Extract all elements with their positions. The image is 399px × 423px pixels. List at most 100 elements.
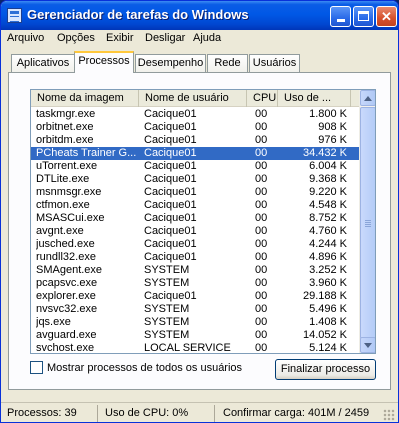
menu-arquivo[interactable]: Arquivo <box>7 32 44 44</box>
menu-ajuda[interactable]: Ajuda <box>193 32 221 44</box>
column-cpu[interactable]: CPU <box>247 90 278 107</box>
process-user: Cacique01 <box>144 160 197 172</box>
process-cpu: 00 <box>255 134 268 146</box>
process-memory: 6.004 K <box>309 160 347 172</box>
process-cpu: 00 <box>255 160 268 172</box>
process-row[interactable]: DTLite.exe Cacique01 00 9.368 K <box>31 173 359 186</box>
show-all-processes-label[interactable]: Mostrar processos de todos os usuários <box>47 362 242 374</box>
title-bar[interactable]: Gerenciador de tarefas do Windows ✕ <box>1 1 398 30</box>
process-row[interactable]: pcapsvc.exe SYSTEM 00 3.960 K <box>31 277 359 290</box>
process-user: Cacique01 <box>144 121 197 133</box>
tab-usuarios[interactable]: Usuários <box>249 54 300 73</box>
resize-grip-icon[interactable] <box>383 409 395 421</box>
status-cpu-usage: Uso de CPU: 0% <box>105 407 189 419</box>
process-memory: 5.496 K <box>309 303 347 315</box>
process-row[interactable]: rundll32.exe Cacique01 00 4.896 K <box>31 251 359 264</box>
process-row[interactable]: orbitdm.exe Cacique01 00 976 K <box>31 134 359 147</box>
process-user: Cacique01 <box>144 290 197 302</box>
status-divider <box>214 405 215 422</box>
process-user: Cacique01 <box>144 225 197 237</box>
process-name: jqs.exe <box>36 316 71 328</box>
process-row[interactable]: avguard.exe SYSTEM 00 14.052 K <box>31 329 359 342</box>
close-button[interactable]: ✕ <box>376 6 397 27</box>
process-name: ctfmon.exe <box>36 199 90 211</box>
status-divider <box>97 405 98 422</box>
scroll-thumb[interactable] <box>360 107 375 339</box>
process-cpu: 00 <box>255 108 268 120</box>
process-user: Cacique01 <box>144 134 197 146</box>
process-name: uTorrent.exe <box>36 160 98 172</box>
process-name: explorer.exe <box>36 290 96 302</box>
process-memory: 3.960 K <box>309 277 347 289</box>
process-user: Cacique01 <box>144 199 197 211</box>
process-row[interactable]: nvsvc32.exe SYSTEM 00 5.496 K <box>31 303 359 316</box>
show-all-processes-checkbox[interactable] <box>30 361 43 374</box>
process-name: nvsvc32.exe <box>36 303 98 315</box>
process-row[interactable]: explorer.exe Cacique01 00 29.188 K <box>31 290 359 303</box>
grip-line <box>365 222 371 223</box>
process-user: Cacique01 <box>144 108 197 120</box>
process-list[interactable]: Nome da imagem Nome de usuário CPU Uso d… <box>30 89 376 354</box>
process-row[interactable]: MSASCui.exe Cacique01 00 8.752 K <box>31 212 359 225</box>
process-row[interactable]: taskmgr.exe Cacique01 00 1.800 K <box>31 108 359 121</box>
process-name: MSASCui.exe <box>36 212 105 224</box>
window-title: Gerenciador de tarefas do Windows <box>27 7 249 22</box>
process-name: orbitnet.exe <box>36 121 94 133</box>
process-memory: 4.760 K <box>309 225 347 237</box>
process-cpu: 00 <box>255 290 268 302</box>
process-memory: 3.252 K <box>309 264 347 276</box>
process-memory: 908 K <box>318 121 347 133</box>
menu-desligar[interactable]: Desligar <box>145 32 185 44</box>
process-row[interactable]: msnmsgr.exe Cacique01 00 9.220 K <box>31 186 359 199</box>
minimize-button[interactable] <box>330 6 351 27</box>
process-memory: 976 K <box>318 134 347 146</box>
process-memory: 8.752 K <box>309 212 347 224</box>
process-name: orbitdm.exe <box>36 134 94 146</box>
tab-desempenho[interactable]: Desempenho <box>135 54 206 73</box>
process-cpu: 00 <box>255 225 268 237</box>
process-row[interactable]: SMAgent.exe SYSTEM 00 3.252 K <box>31 264 359 277</box>
process-row[interactable]: ctfmon.exe Cacique01 00 4.548 K <box>31 199 359 212</box>
column-memory[interactable]: Uso de ... <box>278 90 351 107</box>
process-name: svchost.exe <box>36 342 95 354</box>
process-cpu: 00 <box>255 212 268 224</box>
process-user: SYSTEM <box>144 264 190 276</box>
end-process-button[interactable]: Finalizar processo <box>275 359 376 380</box>
maximize-button[interactable] <box>353 6 374 27</box>
menu-exibir[interactable]: Exibir <box>106 32 134 44</box>
process-memory: 5.124 K <box>309 342 347 354</box>
process-user: SYSTEM <box>144 316 190 328</box>
process-row[interactable]: uTorrent.exe Cacique01 00 6.004 K <box>31 160 359 173</box>
process-row[interactable]: jusched.exe Cacique01 00 4.244 K <box>31 238 359 251</box>
process-name: avgnt.exe <box>36 225 84 237</box>
process-user: Cacique01 <box>144 238 197 250</box>
process-user: Cacique01 <box>144 212 197 224</box>
process-cpu: 00 <box>255 303 268 315</box>
menu-opcoes[interactable]: Opções <box>57 32 95 44</box>
process-cpu: 00 <box>255 121 268 133</box>
column-user-name[interactable]: Nome de usuário <box>139 90 247 107</box>
process-user: Cacique01 <box>144 251 197 263</box>
column-image-name[interactable]: Nome da imagem <box>31 90 139 107</box>
process-memory: 29.188 K <box>302 290 347 302</box>
process-cpu: 00 <box>255 238 268 250</box>
process-cpu: 00 <box>255 342 268 354</box>
maximize-icon <box>358 11 369 21</box>
process-row[interactable]: jqs.exe SYSTEM 00 1.408 K <box>31 316 359 329</box>
scroll-down-button[interactable] <box>360 337 375 353</box>
process-memory: 9.220 K <box>309 186 347 198</box>
process-cpu: 00 <box>255 329 268 341</box>
process-row[interactable]: avgnt.exe Cacique01 00 4.760 K <box>31 225 359 238</box>
process-row[interactable]: PCheats Trainer G... Cacique01 00 34.432 K <box>31 147 359 160</box>
process-user: Cacique01 <box>144 173 197 185</box>
tab-aplicativos[interactable]: Aplicativos <box>11 54 75 73</box>
scroll-up-button[interactable] <box>360 90 375 106</box>
tab-rede[interactable]: Rede <box>207 54 248 73</box>
tab-processos[interactable]: Processos <box>74 51 134 73</box>
process-row[interactable]: orbitnet.exe Cacique01 00 908 K <box>31 121 359 134</box>
process-row[interactable]: svchost.exe LOCAL SERVICE 00 5.124 K <box>31 342 359 354</box>
process-cpu: 00 <box>255 147 268 159</box>
process-name: DTLite.exe <box>36 173 90 185</box>
process-cpu: 00 <box>255 264 268 276</box>
vertical-scrollbar[interactable] <box>359 90 375 353</box>
